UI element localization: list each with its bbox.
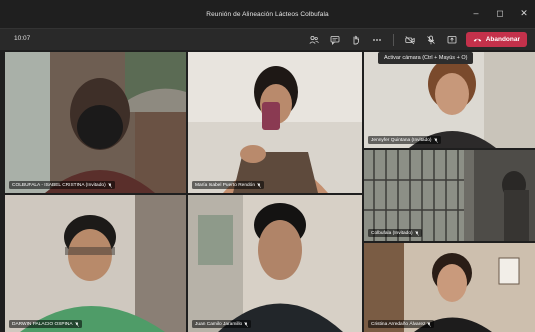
video-feed xyxy=(5,195,186,332)
mic-icon[interactable] xyxy=(424,33,438,47)
leave-button[interactable]: Abandonar xyxy=(465,32,527,47)
video-feed xyxy=(364,243,535,332)
participant-nametag: Cristina Arredaño Álvarez xyxy=(368,320,435,328)
video-tile[interactable]: Jennyfer Quintana (Invitado) xyxy=(364,52,535,148)
participant-nametag: Colbufala (Invitado) xyxy=(368,229,422,237)
hang-up-icon xyxy=(473,38,481,42)
participant-name: María Isabel Puerto Rendón xyxy=(195,182,255,188)
muted-mic-icon xyxy=(107,182,112,188)
close-icon[interactable]: ✕ xyxy=(519,8,529,18)
more-icon[interactable] xyxy=(370,33,384,47)
video-feed xyxy=(188,52,362,193)
leave-label: Abandonar xyxy=(485,36,520,43)
participants-icon[interactable] xyxy=(307,33,321,47)
participant-name: Cristina Arredaño Álvarez xyxy=(371,321,426,327)
meeting-timer: 10:07 xyxy=(14,35,31,42)
meeting-toolbar: 10:07 Abandonar xyxy=(0,28,535,50)
share-icon[interactable] xyxy=(445,33,459,47)
muted-mic-icon xyxy=(433,137,438,143)
video-feed xyxy=(364,52,535,148)
video-feed xyxy=(5,52,186,193)
raise-hand-icon[interactable] xyxy=(349,33,363,47)
muted-mic-icon xyxy=(427,321,432,327)
video-feed xyxy=(364,150,535,241)
video-feed xyxy=(188,195,362,332)
participant-nametag: Juan Camilo Jaramillo xyxy=(192,320,252,328)
participant-name: COLBUFALA - ISABEL CRISTINA (Invitado) xyxy=(12,182,106,188)
video-grid: COLBUFALA - ISABEL CRISTINA (Invitado) M… xyxy=(0,50,535,332)
meeting-controls: Abandonar xyxy=(307,32,527,47)
muted-mic-icon xyxy=(244,321,249,327)
participant-name: Jennyfer Quintana (Invitado) xyxy=(371,137,432,143)
participant-nametag: María Isabel Puerto Rendón xyxy=(192,181,264,189)
restore-icon[interactable]: ◻ xyxy=(495,8,505,18)
camera-tooltip: Activar cámara (Ctrl + Mayús + O) xyxy=(378,52,474,64)
video-tile[interactable]: Juan Camilo Jaramillo xyxy=(188,195,362,332)
minimize-icon[interactable]: – xyxy=(471,8,481,18)
participant-name: Colbufala (Invitado) xyxy=(371,230,413,236)
participant-name: DARWIN PALACIO OSPINA xyxy=(12,321,73,327)
video-tile[interactable]: María Isabel Puerto Rendón xyxy=(188,52,362,193)
muted-mic-icon xyxy=(257,182,261,188)
participant-nametag: COLBUFALA - ISABEL CRISTINA (Invitado) xyxy=(9,181,115,189)
video-tile[interactable]: DARWIN PALACIO OSPINA xyxy=(5,195,186,332)
video-tile[interactable]: COLBUFALA - ISABEL CRISTINA (Invitado) xyxy=(5,52,186,193)
participant-nametag: DARWIN PALACIO OSPINA xyxy=(9,320,82,328)
video-tile[interactable]: Colbufala (Invitado) xyxy=(364,150,535,241)
participant-nametag: Jennyfer Quintana (Invitado) xyxy=(368,136,441,144)
window-title: Reunión de Alineación Lácteos Colbufala xyxy=(206,10,329,18)
muted-mic-icon xyxy=(74,321,79,327)
chat-icon[interactable] xyxy=(328,33,342,47)
muted-mic-icon xyxy=(414,230,419,236)
toolbar-divider xyxy=(392,33,394,46)
participant-name: Juan Camilo Jaramillo xyxy=(195,321,243,327)
video-tile[interactable]: Cristina Arredaño Álvarez xyxy=(364,243,535,332)
window-controls: – ◻ ✕ xyxy=(471,8,529,18)
camera-icon[interactable] xyxy=(403,33,417,47)
title-bar: Reunión de Alineación Lácteos Colbufala … xyxy=(0,0,535,28)
